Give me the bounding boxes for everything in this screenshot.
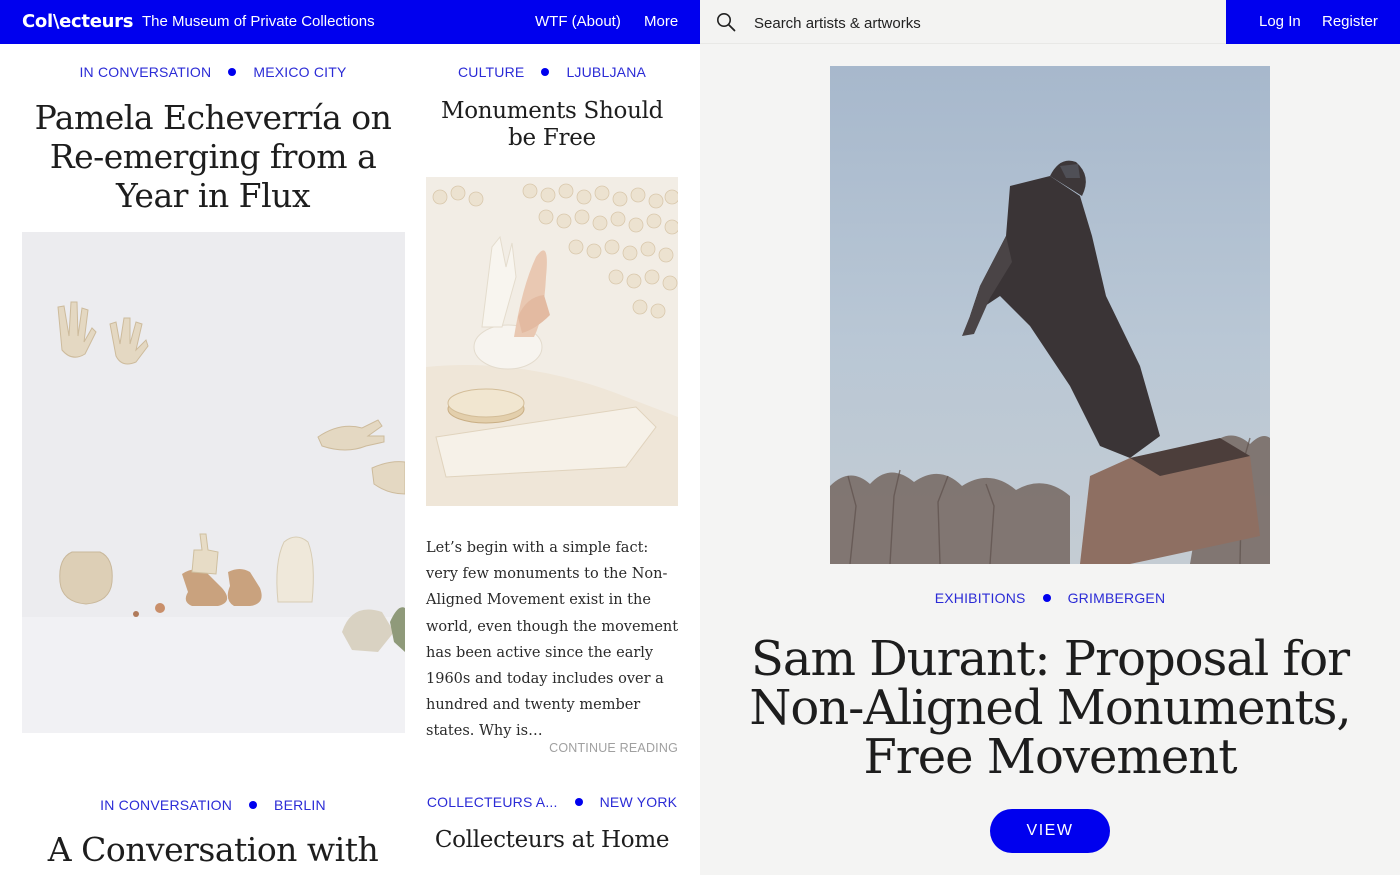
category-tag[interactable]: IN CONVERSATION (100, 797, 232, 813)
tag-separator-dot (541, 68, 550, 76)
article-tags: IN CONVERSATION MEXICO CITY (22, 64, 404, 80)
monument-model-image (426, 177, 678, 506)
article-tags: COLLECTEURS A... NEW YORK (426, 794, 678, 810)
category-tag[interactable]: CULTURE (458, 64, 524, 80)
article-image-monument-model[interactable] (426, 177, 678, 506)
location-tag[interactable]: NEW YORK (600, 794, 678, 810)
category-tag[interactable]: EXHIBITIONS (935, 590, 1026, 606)
top-navigation-bar: Col\ecteurs The Museum of Private Collec… (0, 0, 700, 44)
search-bar (700, 0, 1227, 44)
article-tags: IN CONVERSATION BERLIN (22, 797, 404, 813)
article-title[interactable]: A Conversation with (22, 830, 404, 870)
category-tag[interactable]: IN CONVERSATION (79, 64, 211, 80)
view-button[interactable]: VIEW (990, 809, 1110, 853)
falling-statue-image (830, 66, 1270, 564)
tag-separator-dot (228, 68, 237, 76)
location-tag[interactable]: GRIMBERGEN (1068, 590, 1166, 606)
location-tag[interactable]: BERLIN (274, 797, 326, 813)
article-title[interactable]: Pamela Echeverría on Re-emerging from a … (22, 98, 404, 215)
login-link[interactable]: Log In (1259, 13, 1301, 30)
search-icon[interactable] (716, 12, 736, 32)
account-bar: Log In Register (1226, 0, 1400, 44)
tag-separator-dot (574, 798, 583, 806)
category-tag[interactable]: COLLECTEURS A... (427, 794, 558, 810)
article-title[interactable]: Monuments Should be Free (426, 98, 678, 152)
site-logo[interactable]: Col\ecteurs (22, 11, 133, 32)
article-image-ceramics[interactable] (22, 232, 405, 733)
article-tags: CULTURE LJUBLJANA (426, 64, 678, 80)
register-link[interactable]: Register (1322, 13, 1378, 30)
featured-tags: EXHIBITIONS GRIMBERGEN (830, 590, 1270, 606)
site-tagline[interactable]: The Museum of Private Collections (142, 13, 375, 30)
ceramic-sculptures-image (22, 232, 405, 733)
tag-separator-dot (1042, 594, 1051, 602)
featured-title[interactable]: Sam Durant: Proposal for Non-Aligned Mon… (730, 635, 1370, 782)
location-tag[interactable]: MEXICO CITY (253, 64, 346, 80)
location-tag[interactable]: LJUBLJANA (566, 64, 646, 80)
featured-image-statue[interactable] (830, 66, 1270, 564)
nav-more-link[interactable]: More (644, 13, 678, 30)
search-input[interactable] (754, 11, 1194, 35)
nav-about-link[interactable]: WTF (About) (535, 13, 621, 30)
continue-reading-link[interactable]: CONTINUE READING (426, 741, 678, 755)
tag-separator-dot (249, 801, 258, 809)
article-excerpt: Let’s begin with a simple fact: very few… (426, 540, 679, 740)
article-title[interactable]: Collecteurs at Home (426, 826, 678, 854)
